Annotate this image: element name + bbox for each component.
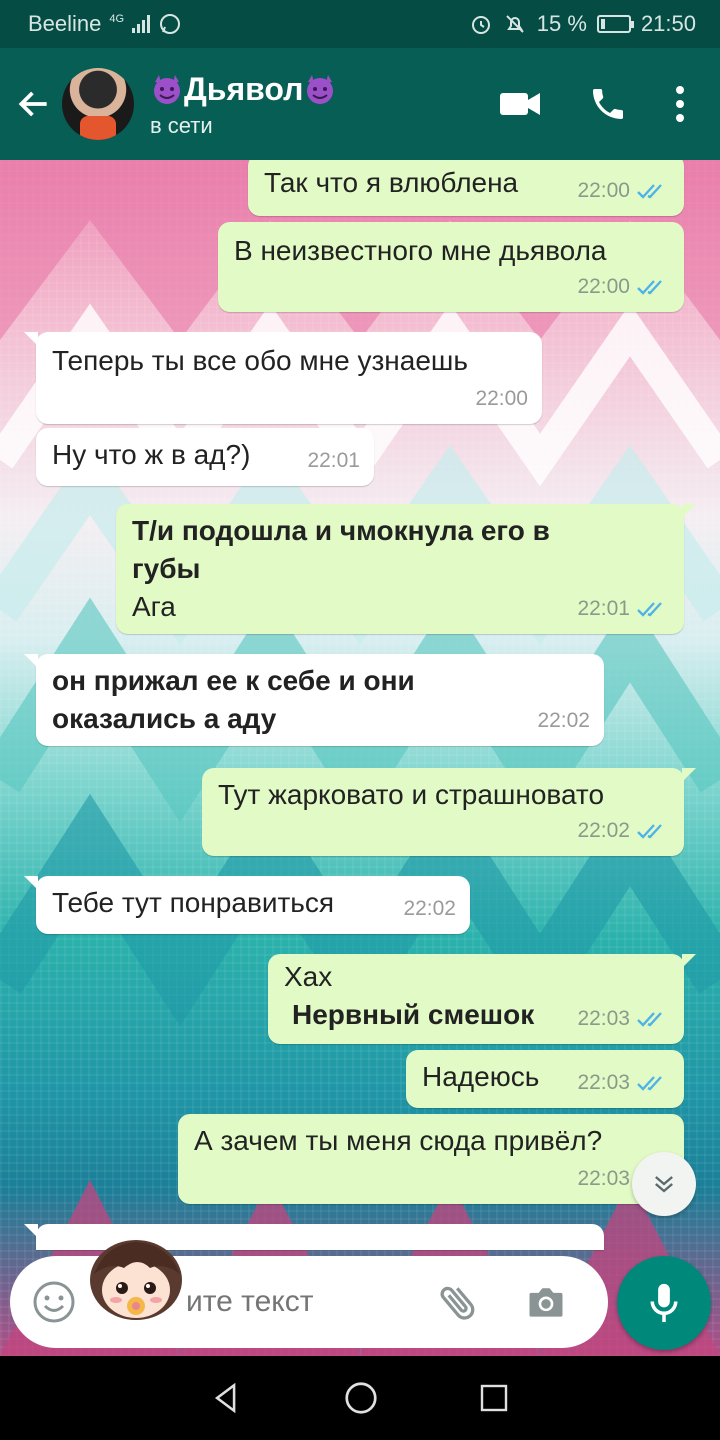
- message-text: Ага: [132, 591, 176, 622]
- signal-icon: [132, 15, 151, 33]
- smiling-devil-emoji-icon: [307, 75, 334, 104]
- message-outgoing[interactable]: В неизвестного мне дьявола 22:00: [218, 222, 684, 312]
- message-time: 22:02: [537, 709, 590, 732]
- message-outgoing[interactable]: Т/и подошла и чмокнула его в губы Ага 22…: [116, 504, 696, 634]
- battery-percent: 15 %: [536, 11, 587, 36]
- message-outgoing[interactable]: Надеюсь 22:03: [406, 1050, 684, 1108]
- message-outgoing[interactable]: Хах Нервный смешок 22:03: [268, 954, 696, 1044]
- battery-fill: [600, 19, 605, 29]
- contact-info[interactable]: Дьявол в сети: [150, 69, 337, 139]
- smiling-devil-emoji-icon: [154, 75, 180, 104]
- message-meta: 22:01: [577, 590, 670, 628]
- message-text: Надеюсь: [422, 1061, 540, 1092]
- chibi-sticker: [90, 1240, 182, 1342]
- message-meta: 22:00: [577, 172, 670, 210]
- read-ticks-icon: [637, 1076, 662, 1091]
- header-actions: [498, 84, 686, 124]
- message-outgoing[interactable]: А зачем ты меня сюда привёл? 22:03: [178, 1114, 684, 1204]
- read-ticks-icon: [637, 280, 662, 295]
- read-ticks-icon: [637, 1012, 662, 1027]
- message-text: Хах: [284, 961, 333, 992]
- status-left: Beeline 4G: [28, 11, 182, 37]
- whatsapp-status-icon: [160, 14, 181, 34]
- alarm-icon: [471, 16, 490, 34]
- message-text: В неизвестного мне дьявола: [234, 235, 607, 266]
- read-ticks-icon: [637, 824, 662, 839]
- message-incoming[interactable]: он прижал ее к себе и они оказались а ад…: [24, 654, 604, 746]
- message-incoming[interactable]: Тебе тут понравиться 22:02: [24, 876, 470, 934]
- message-meta: 22:02: [403, 890, 456, 928]
- network-type: 4G: [109, 13, 125, 25]
- message-meta: 22:02: [537, 702, 590, 740]
- voice-message-button[interactable]: [617, 1256, 711, 1350]
- back-button[interactable]: [6, 48, 62, 160]
- message-time: 22:03: [577, 1167, 630, 1190]
- message-meta: 22:02: [577, 812, 670, 850]
- status-time: 21:50: [640, 11, 696, 36]
- message-time: 22:00: [475, 387, 528, 410]
- chat-area[interactable]: Так что я влюблена 22:00 В неизвестного …: [0, 160, 720, 1356]
- nav-back-icon[interactable]: [210, 1381, 244, 1415]
- message-action-text: Т/и подошла и чмокнула его в губы: [132, 515, 550, 584]
- message-time: 22:03: [577, 1007, 630, 1030]
- message-input[interactable]: [186, 1285, 416, 1319]
- message-meta: 22:01: [307, 442, 360, 480]
- avatar[interactable]: [62, 68, 134, 140]
- camera-icon[interactable]: [524, 1280, 568, 1324]
- message-meta: 22:03: [577, 1064, 670, 1102]
- message-meta: 22:03: [577, 1000, 670, 1038]
- carrier-name: Beeline: [28, 11, 102, 36]
- battery-icon: [596, 15, 634, 33]
- chat-header: Дьявол в сети: [0, 48, 720, 160]
- contact-name-text: Дьявол: [184, 71, 304, 107]
- more-vertical-icon[interactable]: [674, 84, 686, 124]
- message-text: Тут жарковато и страшновато: [218, 779, 605, 810]
- video-call-icon[interactable]: [498, 88, 542, 120]
- message-outgoing[interactable]: Тут жарковато и страшновато 22:02: [202, 768, 696, 856]
- message-text: Ну что ж в ад?): [52, 439, 251, 470]
- contact-name: Дьявол: [150, 69, 337, 109]
- message-time: 22:01: [577, 597, 630, 620]
- message-text: А зачем ты меня сюда привёл?: [194, 1125, 603, 1156]
- message-incoming[interactable]: Теперь ты все обо мне узнаешь 22:00: [24, 332, 542, 424]
- system-nav-bar: [0, 1356, 720, 1440]
- message-time: 22:02: [403, 897, 456, 920]
- scroll-to-bottom-button[interactable]: [632, 1152, 696, 1216]
- message-time: 22:00: [577, 179, 630, 202]
- message-time: 22:01: [307, 449, 360, 472]
- status-right: 15 % 21:50: [469, 11, 696, 37]
- message-time: 22:03: [577, 1071, 630, 1094]
- message-text: Теперь ты все обо мне узнаешь: [52, 345, 468, 376]
- message-time: 22:00: [577, 275, 630, 298]
- message-outgoing[interactable]: Так что я влюблена 22:00: [248, 160, 684, 216]
- read-ticks-icon: [637, 184, 662, 199]
- message-action-text: он прижал ее к себе и они оказались а ад…: [52, 665, 415, 734]
- nav-home-icon[interactable]: [343, 1380, 379, 1416]
- read-ticks-icon: [637, 602, 662, 617]
- message-meta: 22:00: [475, 380, 528, 418]
- message-text: Тебе тут понравиться: [52, 887, 335, 918]
- emoji-icon[interactable]: [30, 1278, 78, 1326]
- message-text: Так что я влюблена: [264, 167, 519, 198]
- nav-recents-icon[interactable]: [478, 1382, 510, 1414]
- message-meta: 22:00: [577, 268, 670, 306]
- message-time: 22:02: [577, 819, 630, 842]
- microphone-icon: [650, 1283, 678, 1323]
- message-action-text: Нервный смешок: [292, 999, 535, 1030]
- phone-icon[interactable]: [588, 84, 628, 124]
- status-bar: Beeline 4G 15 % 21:50: [0, 0, 720, 48]
- back-arrow-icon: [18, 91, 47, 117]
- mute-bell-icon: [506, 15, 524, 33]
- message-incoming[interactable]: Ну что ж в ад?) 22:01: [36, 428, 374, 486]
- contact-status: в сети: [150, 113, 213, 138]
- attach-icon[interactable]: [436, 1280, 480, 1324]
- double-chevron-down-icon: [655, 1176, 673, 1193]
